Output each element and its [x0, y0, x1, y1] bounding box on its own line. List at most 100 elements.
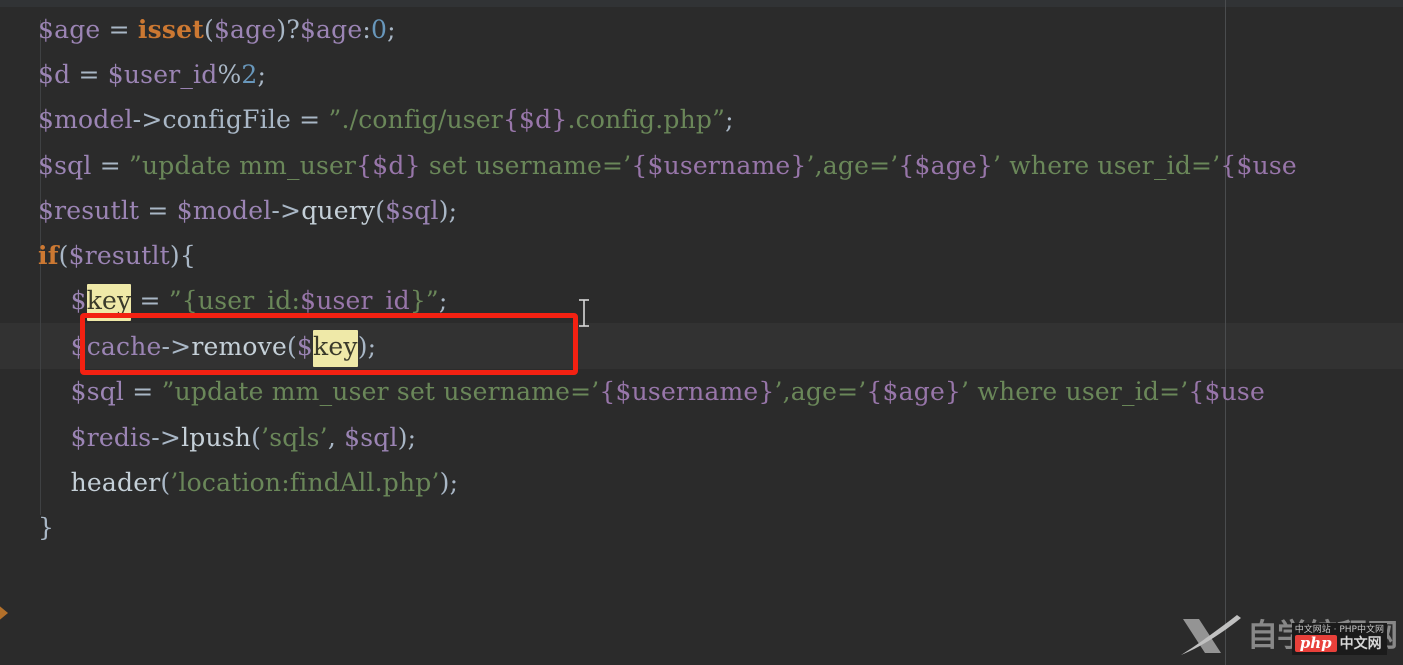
- code-token: =: [91, 151, 129, 180]
- code-token: header: [70, 468, 161, 497]
- code-token: set username=’: [420, 151, 632, 180]
- line-d-userid-mod[interactable]: $d = $user_id%2;: [0, 52, 1403, 97]
- code-token: $sql: [70, 377, 125, 406]
- code-token: .config.php”: [567, 105, 726, 134]
- code-token: {$use: [1220, 151, 1297, 180]
- code-token: ;: [367, 332, 377, 361]
- code-token: $cache: [70, 332, 162, 361]
- code-token: ->: [132, 105, 163, 134]
- code-token: ;: [257, 60, 267, 89]
- code-token: {$username}: [599, 377, 775, 406]
- code-token: (: [58, 241, 69, 270]
- code-token: );: [439, 468, 459, 497]
- line-sql-update-master[interactable]: $sql = ”update mm_user set username=’{$u…: [0, 369, 1403, 414]
- code-token: ”{user_id:: [168, 286, 301, 315]
- code-token: $age: [38, 15, 101, 44]
- code-token: =: [139, 196, 177, 225]
- line-model-configfile[interactable]: $model->configFile = ”./config/user{$d}.…: [0, 97, 1403, 142]
- code-token: ,: [327, 423, 345, 452]
- code-token: 0: [370, 15, 388, 44]
- code-token: {$d}: [502, 105, 568, 134]
- code-token: if: [38, 241, 59, 270]
- code-token: $sql: [38, 151, 92, 180]
- line-cache-remove[interactable]: $cache->remove($key);: [0, 324, 1403, 369]
- code-token: =: [124, 377, 162, 406]
- code-token: ;: [438, 286, 448, 315]
- code-token: %: [217, 60, 242, 89]
- code-token: ){: [169, 241, 196, 270]
- code-token: ’ where user_id=’: [993, 151, 1221, 180]
- code-token: {$age}: [866, 377, 962, 406]
- code-token: $sql: [344, 423, 398, 452]
- code-token: $d: [38, 60, 71, 89]
- code-token: (: [286, 332, 297, 361]
- code-token: isset: [137, 15, 204, 44]
- search-highlight-token: key: [313, 330, 358, 367]
- code-token: $resutlt: [68, 241, 170, 270]
- code-token: $user_id: [300, 286, 410, 315]
- code-token: configFile: [162, 105, 292, 134]
- php-badge-cn-label: 中文网: [1339, 635, 1382, 652]
- code-token: $age: [213, 15, 277, 44]
- code-token: );: [397, 423, 417, 452]
- php-badge: 中文网站 · PHP中文网 php 中文网: [1291, 623, 1387, 655]
- code-token: {$d}: [356, 151, 421, 180]
- code-token: $: [296, 332, 314, 361]
- code-token: $resutlt: [38, 196, 140, 225]
- code-token: remove: [191, 332, 287, 361]
- code-token: $age: [299, 15, 363, 44]
- code-token: (: [160, 468, 171, 497]
- code-token: $model: [176, 196, 272, 225]
- code-token: $: [70, 286, 87, 315]
- code-token: ”./config/user: [328, 105, 503, 134]
- code-token: 2: [241, 60, 258, 89]
- code-token: :: [362, 15, 371, 44]
- line-header-redirect[interactable]: header(’location:findAll.php’);: [0, 460, 1403, 505]
- code-token: ->: [161, 332, 192, 361]
- x-logo: [1181, 615, 1241, 655]
- code-token: ): [357, 332, 368, 361]
- code-token: (: [203, 15, 214, 44]
- line-sql-update-shard[interactable]: $sql = ”update mm_user{$d} set username=…: [0, 143, 1403, 188]
- code-token: ;: [725, 105, 734, 134]
- line-age-isset[interactable]: $age = isset($age)?$age:0;: [0, 7, 1403, 52]
- code-token: {$age}: [898, 151, 993, 180]
- code-token: query: [301, 196, 376, 225]
- code-token: ’sqls’: [261, 423, 328, 452]
- code-token: ”update mm_user: [129, 151, 357, 180]
- code-token: =: [131, 286, 169, 315]
- code-token: ->: [151, 423, 182, 452]
- code-editor-screenshot: $age = isset($age)?$age:0; $d = $user_id%…: [0, 0, 1403, 665]
- search-highlight-token: key: [86, 284, 132, 321]
- code-token: $user_id: [107, 60, 218, 89]
- code-token: =: [70, 60, 108, 89]
- code-token: =: [291, 105, 329, 134]
- line-if-resutlt[interactable]: if($resutlt){: [0, 233, 1403, 278]
- code-text-area[interactable]: $age = isset($age)?$age:0; $d = $user_id%…: [0, 0, 1403, 665]
- chevron-right-icon[interactable]: [0, 600, 18, 626]
- code-token: }: [38, 513, 55, 542]
- line-key-assign[interactable]: $key = ”{user_id:$user_id}”;: [0, 278, 1403, 323]
- code-token: }”: [409, 286, 439, 315]
- php-pill-label: php: [1294, 635, 1337, 652]
- code-token: ->: [271, 196, 302, 225]
- code-token: )?: [276, 15, 300, 44]
- code-token: {$use: [1188, 377, 1265, 406]
- code-token: ”update mm_user set username=’: [161, 377, 600, 406]
- line-resutlt-query[interactable]: $resutlt = $model->query($sql);: [0, 188, 1403, 233]
- code-token: (: [251, 423, 262, 452]
- line-close-brace[interactable]: }: [0, 505, 1403, 550]
- code-token: ’,age=’: [806, 151, 899, 180]
- code-token: ;: [387, 15, 396, 44]
- code-token: ’ where user_id=’: [961, 377, 1189, 406]
- code-token: lpush: [181, 423, 252, 452]
- code-token: ’,age=’: [774, 377, 867, 406]
- code-token: {$username}: [631, 151, 807, 180]
- code-token: $sql: [385, 196, 439, 225]
- line-redis-lpush[interactable]: $redis->lpush(’sqls’, $sql);: [0, 415, 1403, 460]
